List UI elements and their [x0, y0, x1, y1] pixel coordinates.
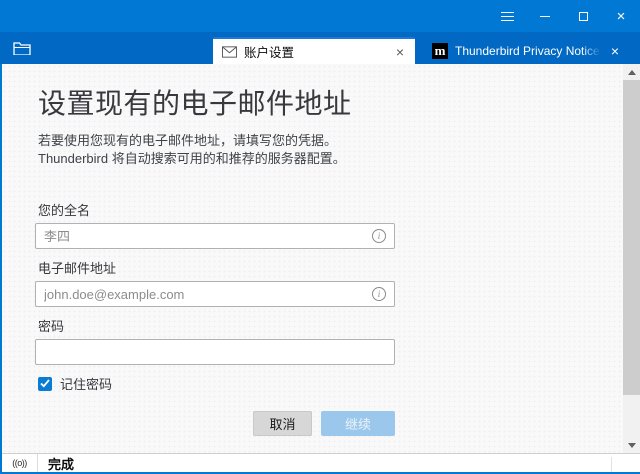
chevron-up-icon — [628, 70, 636, 75]
minimize-icon — [540, 16, 550, 17]
remember-password-label: 记住密码 — [60, 374, 112, 393]
broadcast-icon: ((o)) — [12, 458, 27, 468]
continue-button[interactable]: 继续 — [321, 411, 395, 436]
scroll-up-button[interactable] — [623, 64, 640, 80]
info-icon[interactable]: i — [372, 287, 386, 301]
scrollbar-thumb[interactable] — [623, 80, 640, 395]
minimize-button[interactable] — [526, 0, 564, 32]
remember-password-checkbox[interactable] — [38, 377, 52, 391]
tab-privacy-notice[interactable]: m Thunderbird Privacy Notice — M × — [424, 37, 628, 64]
mozilla-favicon-icon: m — [432, 43, 448, 59]
tab-close-icon[interactable]: × — [608, 42, 622, 60]
folder-pane-button[interactable] — [13, 41, 31, 60]
close-window-button[interactable]: × — [602, 0, 640, 32]
email-input[interactable] — [35, 281, 395, 307]
tab-account-setup[interactable]: 账户设置 × — [213, 37, 415, 64]
titlebar: × — [0, 0, 640, 32]
thunderbird-window: × 账户设置 × m Thunderbird Privacy Notice — … — [0, 0, 640, 474]
page-title: 设置现有的电子邮件地址 — [38, 86, 640, 122]
tab-strip: 账户设置 × m Thunderbird Privacy Notice — M … — [0, 32, 640, 64]
intro-line-2: Thunderbird 将自动搜索可用的和推荐的服务器配置。 — [38, 150, 640, 168]
account-form: 您的全名 i 电子邮件地址 i 密码 — [35, 203, 640, 453]
statusbar-grip-separator — [611, 457, 612, 472]
app-menu-button[interactable] — [488, 0, 526, 32]
close-icon: × — [617, 9, 626, 24]
online-status-button[interactable]: ((o)) — [2, 454, 38, 472]
hamburger-icon — [501, 12, 514, 21]
maximize-button[interactable] — [564, 0, 602, 32]
mail-envelope-icon — [222, 46, 237, 58]
vertical-scrollbar[interactable] — [623, 64, 640, 453]
info-icon[interactable]: i — [372, 229, 386, 243]
tab-label-fade — [582, 42, 604, 60]
button-row: 取消 继续 — [35, 411, 395, 436]
password-label: 密码 — [38, 319, 640, 335]
chevron-down-icon — [628, 443, 636, 448]
status-text: 完成 — [48, 454, 74, 473]
remember-password-row[interactable]: 记住密码 — [38, 374, 640, 393]
checkmark-icon — [40, 379, 50, 388]
tab-privacy-notice-label: Thunderbird Privacy Notice — M — [455, 44, 603, 58]
status-bar: ((o)) 完成 — [2, 453, 640, 472]
tab-account-setup-label: 账户设置 — [244, 42, 294, 61]
folder-icon — [13, 41, 31, 55]
password-input[interactable] — [35, 339, 395, 365]
email-label: 电子邮件地址 — [38, 261, 640, 277]
maximize-icon — [579, 12, 588, 21]
cancel-button[interactable]: 取消 — [253, 411, 312, 436]
intro-line-1: 若要使用您现有的电子邮件地址，请填写您的凭据。 — [38, 132, 640, 150]
fullname-input[interactable] — [35, 223, 395, 249]
account-setup-pane: 设置现有的电子邮件地址 若要使用您现有的电子邮件地址，请填写您的凭据。 Thun… — [2, 64, 640, 453]
fullname-label: 您的全名 — [38, 203, 640, 219]
scroll-down-button[interactable] — [623, 437, 640, 453]
tab-close-icon[interactable]: × — [393, 43, 407, 61]
